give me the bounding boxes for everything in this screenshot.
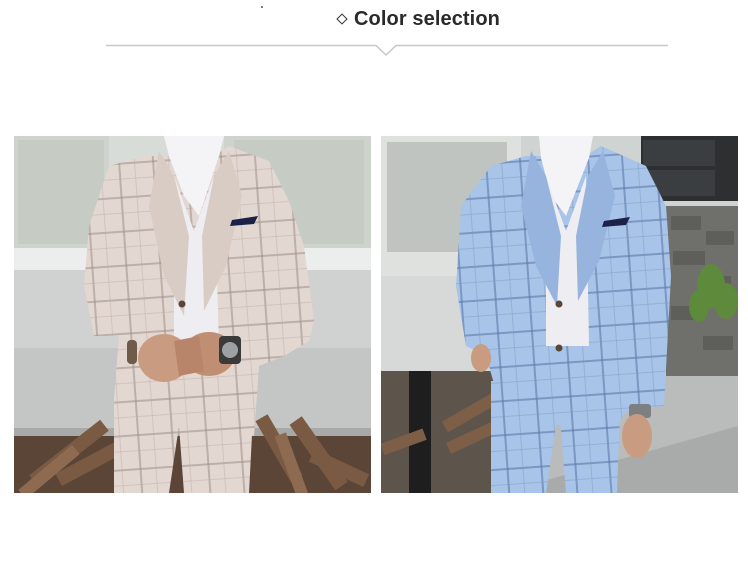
beige-suit-image — [14, 136, 371, 493]
title-divider — [106, 44, 668, 57]
blue-suit-image — [381, 136, 738, 493]
product-photo-beige-suit[interactable] — [14, 136, 371, 493]
section-title: Color selection — [354, 7, 500, 30]
section-header: Color selection — [0, 5, 748, 33]
diamond-outline-icon — [336, 13, 348, 25]
product-photo-blue-suit[interactable] — [381, 136, 738, 493]
